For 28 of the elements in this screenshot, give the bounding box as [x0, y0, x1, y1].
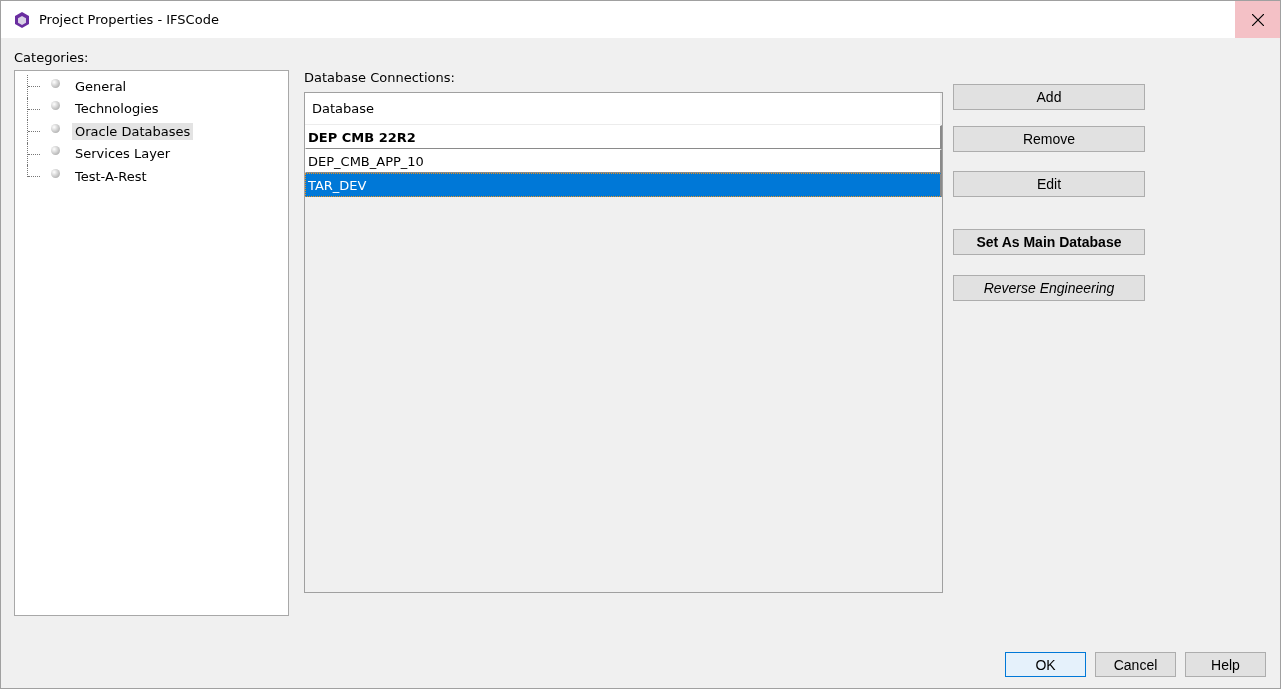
action-button[interactable]: Remove	[953, 126, 1145, 152]
table-row[interactable]: TAR_DEV	[305, 173, 942, 197]
tree-item[interactable]: Test-A-Rest	[72, 167, 150, 185]
table-row[interactable]: DEP_CMB_APP_10	[305, 149, 942, 173]
dialog-button[interactable]: OK	[1005, 652, 1086, 677]
window-title: Project Properties - IFSCode	[39, 12, 219, 27]
close-button[interactable]	[1235, 1, 1280, 38]
tree-item[interactable]: Oracle Databases	[72, 122, 194, 140]
tree-item[interactable]: General	[72, 77, 130, 95]
action-button[interactable]: Add	[953, 84, 1145, 110]
tree-item[interactable]: Services Layer	[72, 145, 174, 163]
tree-item[interactable]: Technologies	[72, 100, 162, 118]
categories-label: Categories:	[14, 49, 90, 67]
dialog-button[interactable]: Cancel	[1095, 652, 1176, 677]
bullet-icon	[51, 123, 60, 133]
bullet-icon	[51, 101, 60, 111]
app-logo-icon	[13, 10, 31, 29]
bullet-icon	[51, 168, 60, 178]
bullet-icon	[51, 78, 60, 88]
connections-label: Database Connections:	[304, 69, 456, 87]
action-button[interactable]: Edit	[953, 171, 1145, 197]
action-button[interactable]: Set As Main Database	[953, 229, 1145, 255]
close-icon	[1251, 13, 1264, 26]
dialog-button[interactable]: Help	[1185, 652, 1266, 677]
action-button[interactable]: Reverse Engineering	[953, 275, 1145, 301]
table-row[interactable]: DEP CMB 22R2	[305, 125, 942, 149]
bullet-icon	[51, 146, 60, 156]
column-header: Database	[305, 93, 940, 125]
